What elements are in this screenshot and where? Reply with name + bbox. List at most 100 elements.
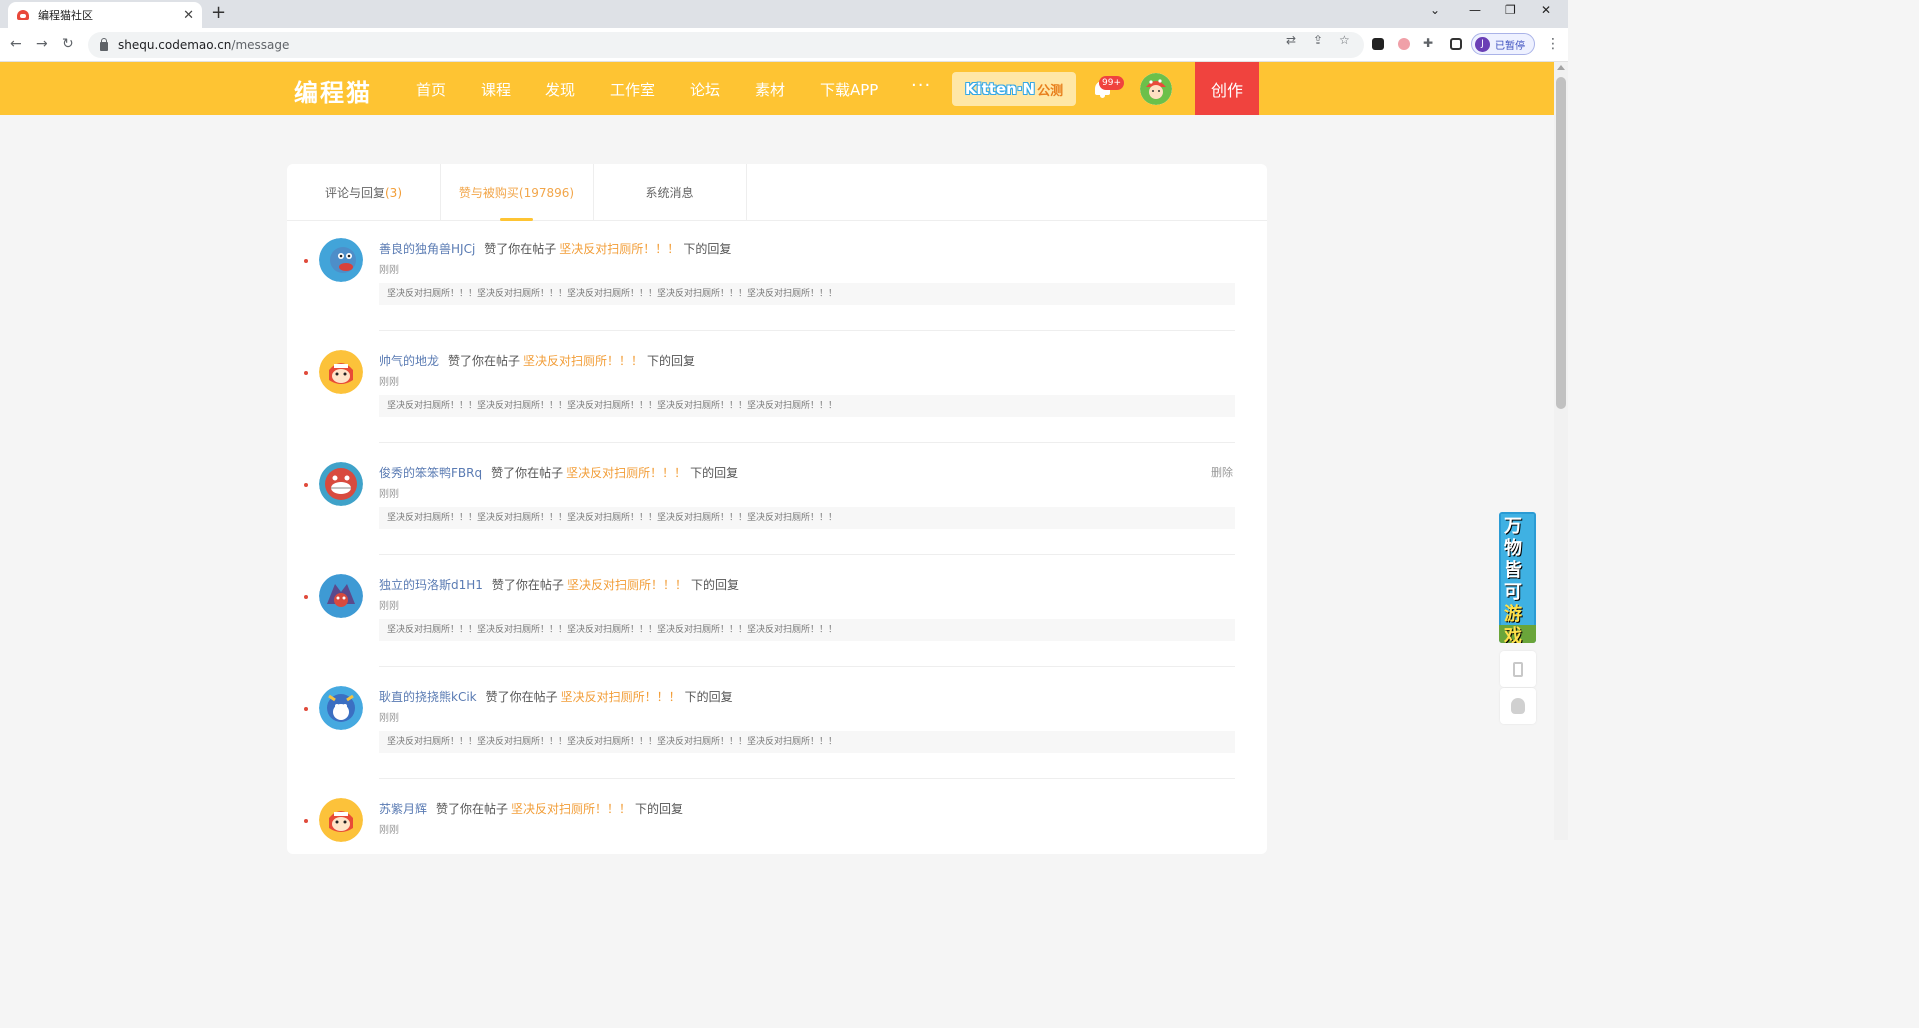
username-link[interactable]: 独立的玛洛斯d1H1 [379,578,483,592]
user-avatar[interactable] [319,574,363,618]
forward-arrow-icon[interactable]: → [36,36,48,52]
unread-dot [304,483,308,487]
reply-quote[interactable]: 坚决反对扫厕所！！！坚决反对扫厕所！！！坚决反对扫厕所！！！坚决反对扫厕所！！！… [379,395,1235,417]
post-link[interactable]: 坚决反对扫厕所！！！ [559,242,679,256]
tab-search-chevron-icon[interactable]: ⌄ [1430,3,1440,17]
post-link[interactable]: 坚决反对扫厕所！！！ [566,466,686,480]
user-avatar[interactable] [1140,73,1172,105]
nav-more-icon[interactable]: ··· [911,75,931,96]
action-text: 赞了你在帖子 [491,466,564,480]
nav-studio[interactable]: 工作室 [610,79,655,100]
qq-penguin-icon [1511,698,1525,714]
suffix-text: 下的回复 [647,354,696,368]
back-arrow-icon[interactable]: ← [10,36,22,52]
user-avatar[interactable] [319,798,363,842]
lock-icon [100,37,108,51]
message-text: 苏紫月辉 赞了你在帖子 坚决反对扫厕所！！！ 下的回复 [379,800,683,817]
post-link[interactable]: 坚决反对扫厕所！！！ [523,354,643,368]
nav-discover[interactable]: 发现 [545,79,575,100]
user-avatar[interactable] [319,350,363,394]
url-path: /message [231,38,290,52]
message-text: 俊秀的笨笨鸭FBRq 赞了你在帖子 坚决反对扫厕所！！！ 下的回复 [379,464,738,481]
nav-home[interactable]: 首页 [416,79,446,100]
delete-button[interactable]: 删除 [1211,464,1233,480]
tab-system-messages[interactable]: 系统消息 [593,164,747,221]
browser-tab-strip: 编程猫社区 ✕ + ⌄ — ❐ ✕ [0,0,1568,28]
timestamp: 刚刚 [379,825,399,836]
username-link[interactable]: 帅气的地龙 [379,354,439,368]
reply-quote[interactable]: 坚决反对扫厕所！！！坚决反对扫厕所！！！坚决反对扫厕所！！！坚决反对扫厕所！！！… [379,619,1235,641]
create-button[interactable]: 创作 [1195,62,1259,115]
nav-courses[interactable]: 课程 [481,79,511,100]
tab-comments-replies[interactable]: 评论与回复 (3) [287,164,441,221]
reply-quote[interactable]: 坚决反对扫厕所！！！坚决反对扫厕所！！！坚决反对扫厕所！！！坚决反对扫厕所！！！… [379,731,1235,753]
side-panel-icon[interactable] [1450,38,1462,50]
qq-contact-button[interactable] [1500,688,1536,724]
unread-dot [304,259,308,263]
scrollbar-thumb[interactable] [1556,77,1566,409]
nav-forum[interactable]: 论坛 [690,79,720,100]
nav-materials[interactable]: 素材 [755,79,785,100]
phone-icon [1513,661,1523,677]
kitten-n-banner[interactable]: Kitten·N 公测 [952,72,1076,106]
share-icon[interactable]: ⇪ [1313,33,1323,47]
browser-menu-icon[interactable]: ⋮ [1546,36,1560,52]
suffix-text: 下的回复 [635,802,684,816]
username-link[interactable]: 俊秀的笨笨鸭FBRq [379,466,482,480]
url-host: shequ.codemao.cn [118,38,232,52]
suffix-text: 下的回复 [683,242,732,256]
translate-icon[interactable]: ⇄ [1286,33,1296,47]
message-card: 评论与回复 (3) 赞与被购买 (197896) 系统消息 善良的独角兽HJCj 赞了… [287,164,1267,854]
action-text: 赞了你在帖子 [491,578,564,592]
tab-label: 系统消息 [645,186,694,200]
extension-record-icon[interactable] [1398,38,1410,50]
message-text: 帅气的地龙 赞了你在帖子 坚决反对扫厕所！！！ 下的回复 [379,352,695,369]
reply-quote[interactable]: 坚决反对扫厕所！！！坚决反对扫厕所！！！坚决反对扫厕所！！！坚决反对扫厕所！！！… [379,283,1235,305]
profile-button[interactable]: J 已暂停 [1471,33,1535,55]
message-item: 独立的玛洛斯d1H1 赞了你在帖子 坚决反对扫厕所！！！ 下的回复 刚刚 坚决反对扫厕… [287,574,1267,686]
user-avatar[interactable] [319,462,363,506]
message-item: 苏紫月辉 赞了你在帖子 坚决反对扫厕所！！！ 下的回复 刚刚 [287,798,1267,910]
timestamp: 刚刚 [379,377,399,388]
scroll-up-arrow-icon[interactable] [1557,65,1565,70]
post-link[interactable]: 坚决反对扫厕所！！！ [561,690,681,704]
message-text: 独立的玛洛斯d1H1 赞了你在帖子 坚决反对扫厕所！！！ 下的回复 [379,576,739,593]
username-link[interactable]: 善良的独角兽HJCj [379,242,475,256]
browser-toolbar: ← → ↻ shequ.codemao.cn /message ⇄ ⇪ ☆ ✚ … [0,28,1568,62]
extension-icon[interactable] [1372,38,1384,50]
user-avatar[interactable] [319,686,363,730]
user-avatar[interactable] [319,238,363,282]
tab-label: 评论与回复 [324,186,385,200]
tab-likes-purchases[interactable]: 赞与被购买 (197896) [440,164,594,221]
tab-count: (197896) [518,185,575,200]
address-bar[interactable]: shequ.codemao.cn /message [88,32,1364,58]
action-text: 赞了你在帖子 [448,354,521,368]
site-logo[interactable]: 编程猫 [294,73,372,108]
close-window-icon[interactable]: ✕ [1541,3,1551,17]
new-tab-icon[interactable]: + [211,4,226,22]
unread-dot [304,595,308,599]
game-promo-banner[interactable]: 万物皆可游戏 [1499,512,1536,643]
suffix-text: 下的回复 [684,690,733,704]
profile-status: 已暂停 [1495,40,1525,52]
restore-window-icon[interactable]: ❐ [1505,3,1516,17]
extensions-puzzle-icon[interactable]: ✚ [1423,36,1433,50]
reload-icon[interactable]: ↻ [62,36,74,52]
nav-download-app[interactable]: 下载APP [820,79,878,100]
action-text: 赞了你在帖子 [484,242,557,256]
bookmark-star-icon[interactable]: ☆ [1339,33,1350,47]
browser-tab[interactable]: 编程猫社区 ✕ [8,2,202,28]
close-tab-icon[interactable]: ✕ [183,8,194,23]
divider [379,666,1235,667]
mobile-app-button[interactable] [1500,651,1536,687]
post-link[interactable]: 坚决反对扫厕所！！！ [511,802,631,816]
browser-tab-title: 编程猫社区 [38,9,93,22]
post-link[interactable]: 坚决反对扫厕所！！！ [567,578,687,592]
minimize-window-icon[interactable]: — [1469,3,1481,17]
username-link[interactable]: 耿直的挠挠熊kCik [379,690,477,704]
divider [379,778,1235,779]
username-link[interactable]: 苏紫月辉 [379,802,427,816]
message-item: 帅气的地龙 赞了你在帖子 坚决反对扫厕所！！！ 下的回复 刚刚 坚决反对扫厕所！！！坚… [287,350,1267,462]
site-header: 编程猫 首页 课程 发现 工作室 论坛 素材 下载APP ··· Kitten·… [0,62,1568,115]
reply-quote[interactable]: 坚决反对扫厕所！！！坚决反对扫厕所！！！坚决反对扫厕所！！！坚决反对扫厕所！！！… [379,507,1235,529]
